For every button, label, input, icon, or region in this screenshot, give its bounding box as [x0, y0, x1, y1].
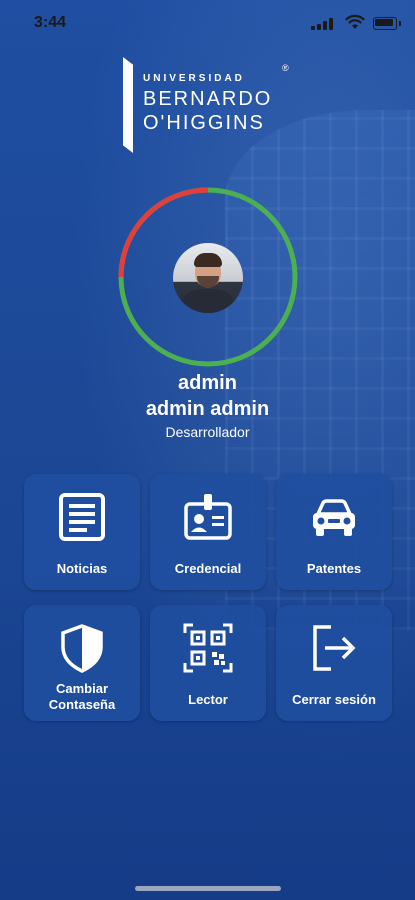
cellular-signal-icon [311, 18, 333, 30]
shield-icon [61, 624, 103, 673]
credencial-label: Credencial [174, 561, 242, 576]
lector-label: Lector [188, 692, 228, 707]
patentes-button[interactable]: Patentes [276, 474, 392, 590]
status-bar: 3:44 [0, 0, 415, 48]
battery-icon [373, 17, 397, 30]
user-full-name: admin admin [145, 398, 270, 420]
home-indicator[interactable] [135, 886, 281, 891]
cerrar-sesion-label: Cerrar sesión [292, 692, 376, 707]
username: admin [178, 372, 237, 394]
battery-tip [399, 21, 401, 26]
patentes-label: Patentes [306, 561, 362, 576]
cerrar-sesion-button[interactable]: Cerrar sesión [276, 605, 392, 721]
id-badge-icon [184, 494, 232, 540]
cambiar-contrasena-label: Cambiar Contaseña [48, 681, 116, 712]
qr-code-icon [183, 623, 233, 673]
status-time: 3:44 [34, 14, 67, 31]
car-icon [313, 499, 355, 536]
noticias-label: Noticias [56, 561, 108, 576]
wifi-icon [345, 14, 365, 29]
university-logo: UNIVERSIDAD BERNARDO O'HIGGINS ® [123, 55, 293, 155]
logo-bar [123, 57, 133, 153]
noticias-button[interactable]: Noticias [24, 474, 140, 590]
logo-line-3: O'HIGGINS [143, 112, 265, 134]
registered-mark: ® [282, 63, 289, 73]
newspaper-icon [59, 493, 105, 541]
lector-button[interactable]: Lector [150, 605, 266, 721]
logo-line-2: BERNARDO [143, 88, 273, 110]
cambiar-contrasena-button[interactable]: Cambiar Contaseña [24, 605, 140, 721]
logo-line-1: UNIVERSIDAD [143, 73, 245, 84]
logout-icon [313, 625, 356, 671]
user-role: Desarrollador [165, 424, 250, 440]
avatar[interactable] [173, 243, 243, 313]
credencial-button[interactable]: Credencial [150, 474, 266, 590]
